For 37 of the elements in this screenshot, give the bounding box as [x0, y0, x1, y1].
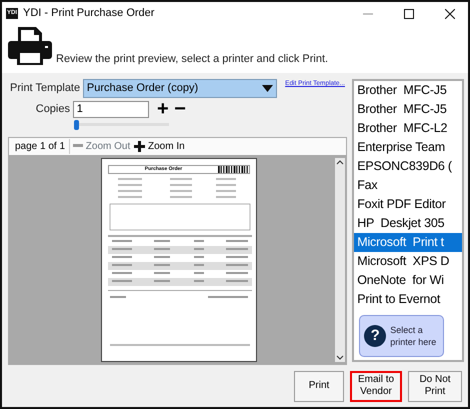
printer-item[interactable]: Foxit PDF Editor [354, 195, 462, 214]
zoom-out-button[interactable]: Zoom Out [69, 138, 130, 154]
printer-item[interactable]: Brother MFC-L2 [354, 119, 462, 138]
instruction-text: Review the print preview, select a printer and click Print. [56, 52, 328, 66]
window-title: YDI - Print Purchase Order [23, 6, 156, 21]
printer-item[interactable]: Enterprise Team [354, 138, 462, 157]
field-label: Copies [34, 102, 70, 117]
printer-item[interactable]: Fax [354, 176, 462, 195]
copies-field[interactable]: 1 [72, 100, 149, 118]
maximize-button[interactable] [404, 8, 414, 19]
printer-item[interactable]: EPSONC839D6 ( [354, 157, 462, 176]
template-dropdown[interactable]: Purchase Order (copy) [82, 79, 277, 98]
slider-thumb[interactable] [74, 120, 79, 130]
zoom-in-button[interactable]: Zoom In [134, 138, 185, 154]
field-label: Print Template [10, 81, 80, 96]
minus-button[interactable]: − [174, 101, 186, 118]
printer-item[interactable]: HP Deskjet 305 [354, 214, 462, 233]
scroll-up-icon[interactable] [335, 158, 346, 166]
scrollbar[interactable] [335, 158, 346, 362]
printer-item[interactable]: Print to Evernot [354, 290, 462, 309]
plus-icon [134, 140, 146, 152]
hint-text: Select a printer here [390, 324, 438, 348]
action-button[interactable]: Email to Vendor [350, 370, 402, 402]
help-icon: ? [364, 325, 386, 347]
plus-button[interactable]: + [157, 101, 169, 118]
printer-item[interactable]: OneNote for Wi [354, 271, 462, 290]
printer-icon [8, 26, 52, 64]
minus-icon [73, 144, 84, 148]
scroll-down-icon[interactable] [335, 354, 346, 362]
printer-item[interactable]: Brother MFC-J5 [354, 100, 462, 119]
action-button[interactable]: Do Not Print [408, 370, 462, 402]
printer-item[interactable]: Microsoft XPS D [354, 252, 462, 271]
printer-item[interactable]: Brother MFC-J5 [354, 81, 462, 100]
printer-item[interactable]: Microsoft Print t [354, 233, 462, 252]
close-button[interactable] [445, 8, 455, 19]
page-indicator: page 1 of 1 [15, 140, 66, 154]
action-button[interactable]: Print [294, 370, 344, 402]
